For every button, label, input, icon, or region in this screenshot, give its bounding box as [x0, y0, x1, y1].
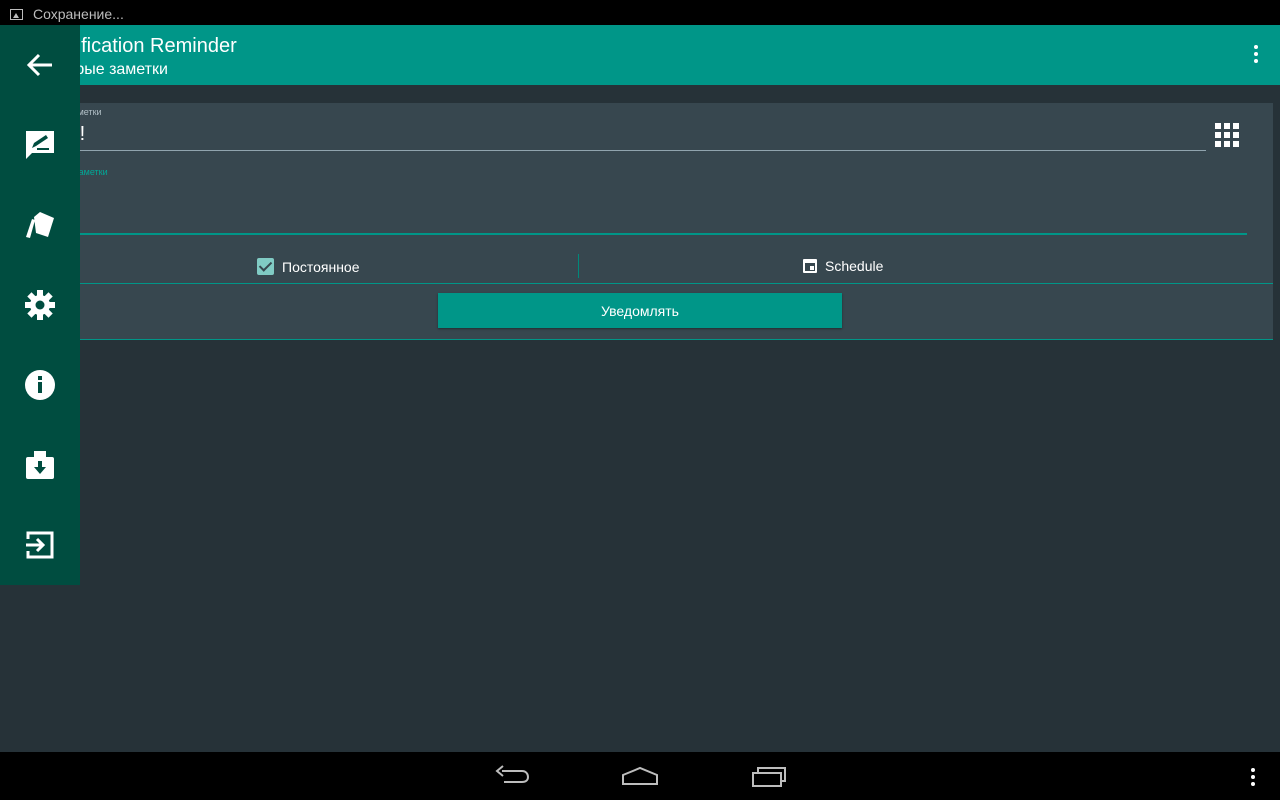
- persistent-checkbox[interactable]: Постоянное: [257, 258, 360, 275]
- title-input[interactable]: ть!: [60, 119, 1206, 151]
- grid-icon[interactable]: [1212, 120, 1242, 150]
- status-bar: Сохранение...: [0, 0, 1280, 25]
- home-nav-icon[interactable]: [620, 762, 660, 790]
- options-row: Постоянное Schedule: [0, 251, 1273, 284]
- app-bar: otification Reminder стрые заметки: [0, 25, 1280, 85]
- gear-icon: [25, 290, 55, 320]
- note-card: к заметки ть! ие заметки ко Постоянное S…: [0, 103, 1273, 340]
- nav-drawer: [0, 25, 80, 585]
- recents-nav-icon[interactable]: [750, 762, 788, 790]
- cards-icon: [26, 212, 54, 238]
- checkbox-checked-icon[interactable]: [257, 258, 274, 275]
- notify-button[interactable]: Уведомлять: [438, 293, 842, 328]
- text-input[interactable]: ко: [60, 203, 1247, 235]
- info-icon: [25, 370, 55, 400]
- status-notification-text: Сохранение...: [33, 6, 124, 22]
- exit-icon: [26, 531, 54, 559]
- drawer-item-cards[interactable]: [0, 185, 80, 265]
- persistent-label: Постоянное: [282, 258, 360, 275]
- calendar-icon: [803, 259, 817, 273]
- drawer-item-quick-note[interactable]: [0, 105, 80, 185]
- system-nav-bar: [0, 752, 1280, 800]
- arrow-back-icon: [26, 53, 52, 77]
- download-briefcase-icon: [26, 451, 54, 479]
- quick-note-icon: [26, 131, 54, 159]
- drawer-item-download[interactable]: [0, 425, 80, 505]
- app-title: otification Reminder: [60, 35, 237, 57]
- schedule-label: Schedule: [825, 258, 884, 274]
- drawer-item-about[interactable]: [0, 345, 80, 425]
- back-nav-icon[interactable]: [494, 762, 530, 790]
- drawer-item-exit[interactable]: [0, 505, 80, 585]
- overflow-menu-icon[interactable]: [1248, 43, 1264, 67]
- status-notification: Сохранение...: [10, 6, 124, 22]
- schedule-button[interactable]: Schedule: [803, 258, 883, 274]
- drawer-item-back[interactable]: [0, 25, 80, 105]
- drawer-item-settings[interactable]: [0, 265, 80, 345]
- image-icon: [10, 8, 23, 20]
- nav-overflow-icon[interactable]: [1250, 768, 1256, 789]
- divider: [578, 254, 579, 278]
